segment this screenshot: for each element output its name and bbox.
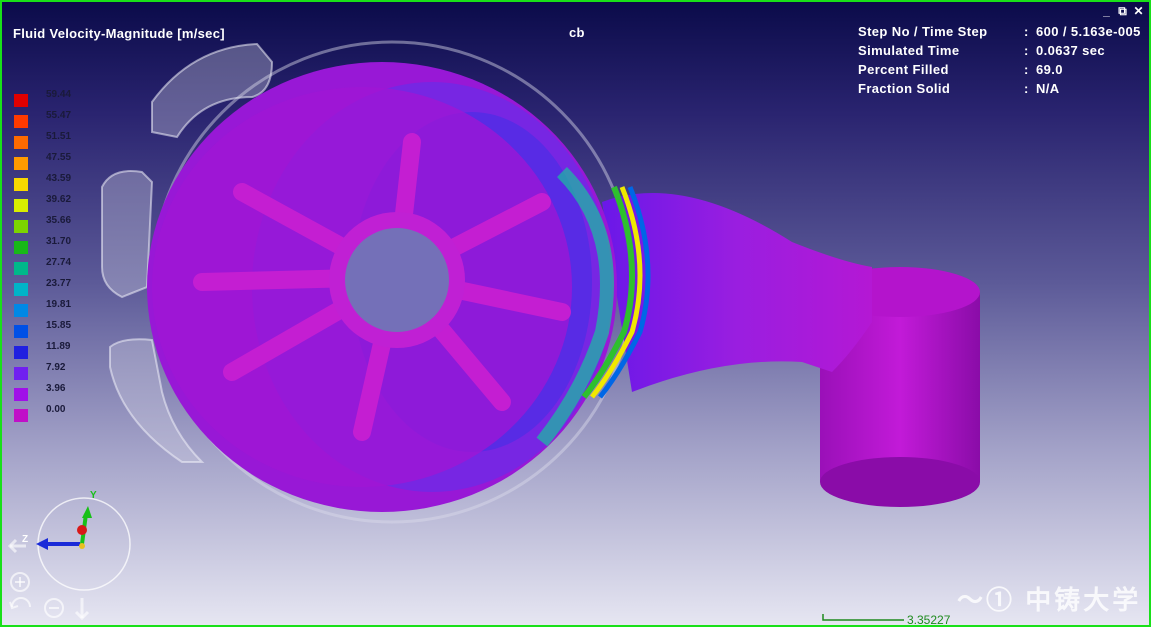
info-row: Fraction Solid : N/A (858, 81, 1141, 100)
legend-swatch (14, 241, 28, 254)
legend-swatch (14, 304, 28, 317)
info-row: Percent Filled : 69.0 (858, 62, 1141, 81)
close-icon[interactable]: ✕ (1132, 5, 1145, 18)
legend-swatch (14, 220, 28, 233)
watermark: 〜① 中铸大学 (957, 585, 1142, 615)
info-label: Percent Filled (858, 62, 949, 77)
info-value: N/A (1036, 81, 1060, 96)
legend-label: 51.51 (46, 131, 72, 142)
legend-label: 0.00 (46, 404, 66, 415)
info-value: 69.0 (1036, 62, 1063, 77)
rotate-icon[interactable] (9, 597, 31, 610)
legend-label: 7.92 (46, 362, 66, 373)
legend-label: 31.70 (46, 236, 72, 247)
orientation-triad: Y Z (7, 490, 131, 621)
info-colon: : (1024, 43, 1029, 58)
info-colon: : (1024, 62, 1029, 77)
z-axis-label: Z (22, 534, 28, 545)
info-label: Step No / Time Step (858, 24, 988, 39)
restore-icon[interactable]: ⧉ (1116, 5, 1129, 18)
minimize-icon[interactable]: _ (1100, 5, 1113, 18)
legend-label: 15.85 (46, 320, 72, 331)
window-controls: _ ⧉ ✕ (1100, 5, 1145, 18)
legend-swatch (14, 409, 28, 422)
simulation-viewport[interactable]: _ ⧉ ✕ Fluid Velocity-Magnitude [m/sec] c… (0, 0, 1151, 627)
info-row: Step No / Time Step : 600 / 5.163e-005 (858, 24, 1141, 43)
info-row: Simulated Time : 0.0637 sec (858, 43, 1141, 62)
scale-value: 3.35227 (907, 613, 951, 627)
legend-swatch (14, 346, 28, 359)
legend-swatch (14, 199, 28, 212)
casting-disk (147, 62, 651, 512)
legend-swatch (14, 283, 28, 296)
legend-label: 19.81 (46, 299, 72, 310)
legend-swatch (14, 94, 28, 107)
legend-swatch (14, 178, 28, 191)
legend-swatch (14, 325, 28, 338)
simulation-info-panel: Step No / Time Step : 600 / 5.163e-005 S… (858, 24, 1141, 100)
legend-swatch (14, 157, 28, 170)
legend-swatch (14, 136, 28, 149)
x-axis-dot (77, 525, 87, 535)
result-title: Fluid Velocity-Magnitude [m/sec] (13, 26, 225, 41)
legend-label: 59.44 (46, 89, 72, 100)
info-value: 600 / 5.163e-005 (1036, 24, 1141, 39)
legend-label: 11.89 (46, 341, 71, 352)
info-colon: : (1024, 81, 1029, 96)
info-label: Simulated Time (858, 43, 960, 58)
info-label: Fraction Solid (858, 81, 951, 96)
legend-label: 43.59 (46, 173, 72, 184)
legend-label: 3.96 (46, 383, 66, 394)
legend-label: 39.62 (46, 194, 72, 205)
legend-swatch (14, 388, 28, 401)
legend-label: 23.77 (46, 278, 72, 289)
info-value: 0.0637 sec (1036, 43, 1106, 58)
info-colon: : (1024, 24, 1029, 39)
triad-origin (79, 543, 85, 549)
legend-swatch (14, 367, 28, 380)
zoom-out-icon[interactable] (44, 598, 64, 618)
legend-label: 55.47 (46, 110, 72, 121)
zoom-in-icon[interactable] (10, 572, 30, 592)
legend-swatch (14, 115, 28, 128)
legend-label: 35.66 (46, 215, 72, 226)
legend-label: 27.74 (46, 257, 72, 268)
y-axis-label: Y (90, 490, 97, 501)
arrow-down-icon[interactable] (74, 598, 90, 621)
legend-swatch (14, 262, 28, 275)
legend-label: 47.55 (46, 152, 72, 163)
y-axis-arrow (82, 506, 92, 518)
case-name: cb (569, 25, 585, 40)
